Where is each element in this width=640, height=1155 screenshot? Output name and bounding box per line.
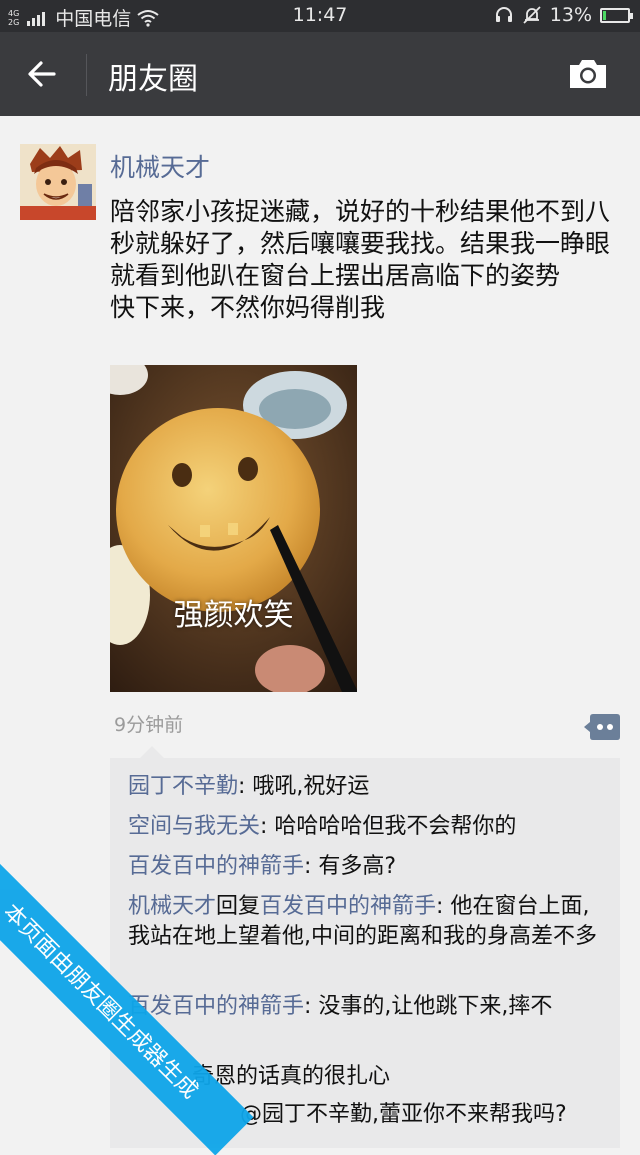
reply-word: 回复	[216, 894, 261, 919]
comment-separator: :	[238, 774, 253, 799]
comment-author[interactable]: 百发百中的神箭手	[128, 854, 304, 879]
comment-text: @园丁不辛勤,蕾亚你不来帮我吗?	[240, 1102, 567, 1127]
comment-item[interactable]: 百发百中的神箭手: 没事的,让他跳下来,摔不	[128, 992, 608, 1022]
back-arrow-icon[interactable]	[24, 56, 60, 92]
comment-item[interactable]: 机械天才回复百发百中的神箭手: 他在窗台上面,我站在地上望着他,中间的距离和我的…	[128, 892, 608, 952]
photo-caption: 强颜欢笑	[173, 598, 294, 633]
comment-text: 哦吼,祝好运	[252, 774, 370, 799]
comment-item[interactable]: 空间与我无关: 哈哈哈哈但我不会帮你的	[128, 812, 608, 842]
reply-target[interactable]: 百发百中的神箭手	[260, 894, 436, 919]
post-photo[interactable]: 强颜欢笑	[110, 365, 357, 692]
comment-text: 没事的,让他跳下来,摔不	[318, 994, 553, 1019]
comment-text: 哈哈哈哈但我不会帮你的	[274, 814, 517, 839]
post-text: 陪邻家小孩捉迷藏，说好的十秒结果他不到八秒就躲好了，然后嚷嚷要我找。结果我一睁眼…	[110, 197, 611, 322]
comment-author[interactable]: 机械天才	[128, 894, 216, 919]
battery-icon	[600, 7, 633, 23]
battery-level	[603, 10, 606, 20]
page-title: 朋友圈	[108, 62, 198, 97]
mute-bell-icon	[523, 6, 541, 24]
comment-separator: :	[260, 814, 275, 839]
headset-icon	[495, 7, 512, 22]
avatar-cartoon-image	[20, 144, 96, 220]
comment-item[interactable]: @园丁不辛勤,蕾亚你不来帮我吗?	[240, 1100, 610, 1130]
comment-separator: :	[436, 894, 451, 919]
comment-menu-button[interactable]	[584, 714, 620, 740]
nav-bar: 朋友圈	[0, 32, 640, 116]
comment-author[interactable]: 园丁不辛勤	[128, 774, 238, 799]
nav-divider	[86, 54, 87, 96]
battery-percent: 13%	[549, 4, 592, 26]
avatar[interactable]	[20, 144, 96, 220]
comment-author[interactable]: 空间与我无关	[128, 814, 260, 839]
post-author[interactable]: 机械天才	[110, 148, 210, 184]
status-bar: 4G 2G 中国电信 11:47 13%	[0, 0, 640, 32]
comment-separator: :	[304, 994, 319, 1019]
post-time: 9分钟前	[114, 714, 184, 736]
comment-item[interactable]: 园丁不辛勤: 哦吼,祝好运	[128, 772, 608, 802]
comment-item[interactable]: 百发百中的神箭手: 有多高?	[128, 852, 608, 882]
comment-separator: :	[304, 854, 319, 879]
comment-author[interactable]: 百发百中的神箭手	[128, 994, 304, 1019]
camera-icon[interactable]	[566, 56, 610, 92]
smiley-potato-photo	[110, 365, 357, 692]
comment-text: 有多高?	[318, 854, 397, 879]
comment-item[interactable]: 奇恩的话真的很扎心	[192, 1062, 592, 1092]
